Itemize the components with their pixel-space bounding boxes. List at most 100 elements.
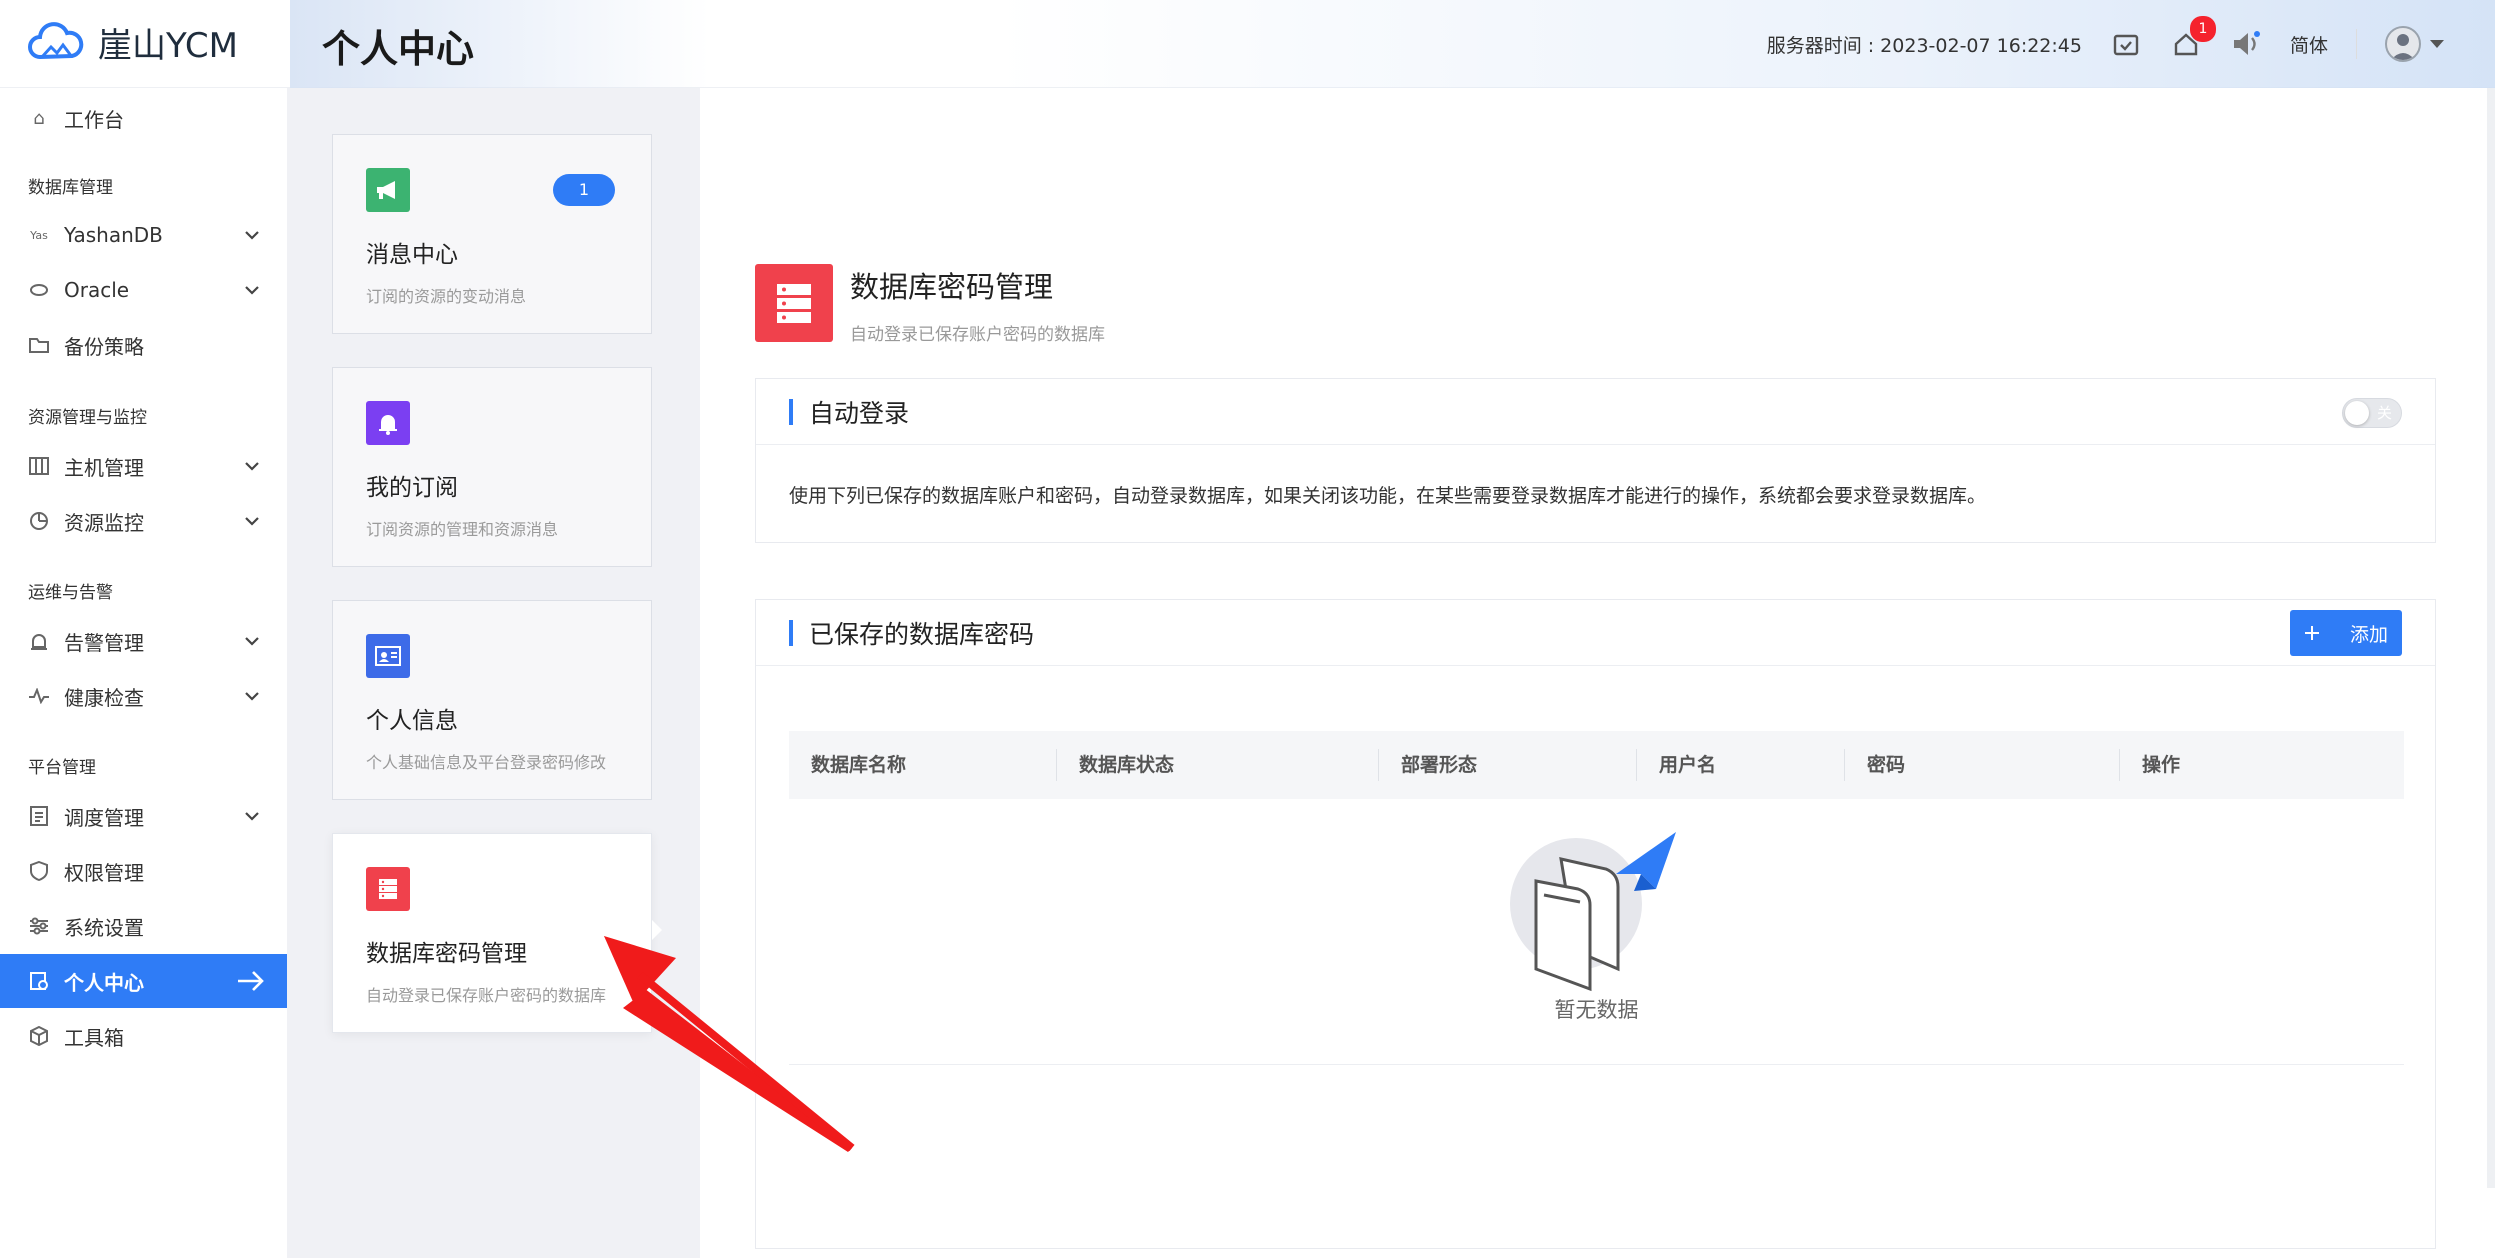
avatar xyxy=(2385,26,2421,62)
sidebar-item-yashandb[interactable]: Yas YashanDB xyxy=(0,208,287,262)
sidebar-item-host[interactable]: 主机管理 xyxy=(0,439,287,493)
sidebar-item-toolbox[interactable]: 工具箱 xyxy=(0,1009,287,1063)
card-my-subscriptions[interactable]: 我的订阅 订阅资源的管理和资源消息 xyxy=(332,367,652,567)
megaphone-icon xyxy=(366,168,410,212)
sidebar-group-database: 数据库管理 xyxy=(28,178,113,198)
toggle-knob xyxy=(2345,401,2369,425)
active-card-pointer xyxy=(652,920,662,940)
alarm-icon xyxy=(28,630,50,652)
card-desc: 订阅资源的管理和资源消息 xyxy=(366,520,559,539)
column-header[interactable]: 数据库状态 xyxy=(1079,731,1174,799)
auto-login-panel: 自动登录 关 使用下列已保存的数据库账户和密码，自动登录数据库，如果关闭该功能，… xyxy=(755,378,2436,543)
chevron-down-icon xyxy=(245,637,259,646)
sidebar-item-label: 工作台 xyxy=(64,107,124,132)
sidebar-item-label: 工具箱 xyxy=(64,1025,124,1050)
server-time: 服务器时间 : 2023-02-07 16:22:45 xyxy=(1766,34,2082,57)
cube-icon xyxy=(28,1025,50,1047)
sidebar-item-monitor[interactable]: 资源监控 xyxy=(0,494,287,548)
sidebar-item-personal-center[interactable]: 个人中心 xyxy=(0,954,287,1008)
card-title: 我的订阅 xyxy=(366,475,458,501)
panel-header: 自动登录 关 xyxy=(756,379,2435,445)
card-desc: 订阅的资源的变动消息 xyxy=(366,287,527,306)
database-icon xyxy=(755,264,833,342)
sidebar-item-permission[interactable]: 权限管理 xyxy=(0,844,287,898)
app-logo[interactable]: 崖山YCM xyxy=(26,18,238,67)
folder-icon xyxy=(28,334,50,356)
sidebar-item-settings[interactable]: 系统设置 xyxy=(0,899,287,953)
card-db-password-management[interactable]: 数据库密码管理 自动登录已保存账户密码的数据库 xyxy=(332,833,652,1033)
pulse-icon xyxy=(28,685,50,707)
auto-login-description: 使用下列已保存的数据库账户和密码，自动登录数据库，如果关闭该功能，在某些需要登录… xyxy=(789,485,1987,507)
notification-home-icon[interactable]: 1 xyxy=(2170,16,2216,60)
card-title: 数据库密码管理 xyxy=(366,941,527,967)
sidebar-item-label: Oracle xyxy=(64,278,130,302)
sidebar-item-oracle[interactable]: Oracle xyxy=(0,263,287,317)
sidebar-item-schedule[interactable]: 调度管理 xyxy=(0,789,287,843)
caret-down-icon xyxy=(2430,40,2444,48)
sidebar: ⌂ 工作台 数据库管理 Yas YashanDB Oracle 备份策略 资源管… xyxy=(0,88,287,1258)
language-switch[interactable]: 简体 xyxy=(2290,31,2328,58)
table-empty-state: 暂无数据 xyxy=(789,799,2404,1065)
sidebar-item-backup[interactable]: 备份策略 xyxy=(0,318,287,372)
add-button[interactable]: 添加 xyxy=(2290,610,2402,656)
sidebar-item-label: 调度管理 xyxy=(64,805,144,830)
sidebar-group-platform: 平台管理 xyxy=(28,758,96,778)
column-header[interactable]: 密码 xyxy=(1867,731,1905,799)
toggle-label: 关 xyxy=(2376,404,2392,422)
panel-title: 已保存的数据库密码 xyxy=(809,619,1035,649)
user-card-icon xyxy=(28,970,50,992)
card-desc: 自动登录已保存账户密码的数据库 xyxy=(366,986,607,1005)
chevron-down-icon xyxy=(245,692,259,701)
card-title: 消息中心 xyxy=(366,242,458,268)
sidebar-group-resource: 资源管理与监控 xyxy=(28,408,147,428)
user-menu[interactable] xyxy=(2385,26,2445,62)
column-divider xyxy=(2119,749,2120,781)
column-header[interactable]: 操作 xyxy=(2142,731,2180,799)
calendar-check-icon[interactable] xyxy=(2110,28,2142,60)
chevron-down-icon xyxy=(245,462,259,471)
column-header[interactable]: 数据库名称 xyxy=(811,731,906,799)
sidebar-item-health[interactable]: 健康检查 xyxy=(0,669,287,723)
column-divider xyxy=(1844,749,1845,781)
table-header: 数据库名称 数据库状态 部署形态 用户名 密码 操作 xyxy=(789,731,2404,799)
database-icon xyxy=(366,867,410,911)
id-card-icon xyxy=(366,634,410,678)
speaker-icon[interactable] xyxy=(2230,28,2262,60)
sidebar-group-ops: 运维与告警 xyxy=(28,583,113,603)
card-message-center[interactable]: 1 消息中心 订阅的资源的变动消息 xyxy=(332,134,652,334)
auto-login-toggle[interactable]: 关 xyxy=(2342,398,2402,428)
arrow-right-icon xyxy=(238,971,264,991)
document-icon xyxy=(28,805,50,827)
page-title: 个人中心 xyxy=(322,27,475,71)
sidebar-item-label: 健康检查 xyxy=(64,685,144,710)
card-personal-info[interactable]: 个人信息 个人基础信息及平台登录密码修改 xyxy=(332,600,652,800)
column-header[interactable]: 部署形态 xyxy=(1401,731,1477,799)
message-count-badge: 1 xyxy=(553,174,615,206)
card-desc: 个人基础信息及平台登录密码修改 xyxy=(366,753,607,772)
card-title: 个人信息 xyxy=(366,708,458,734)
section-header xyxy=(755,264,833,342)
column-divider xyxy=(1636,749,1637,781)
sidebar-item-workbench[interactable]: ⌂ 工作台 xyxy=(0,91,287,145)
column-header[interactable]: 用户名 xyxy=(1659,731,1716,799)
panel-title: 自动登录 xyxy=(809,398,910,428)
sidebar-item-label: YashanDB xyxy=(64,223,163,247)
add-button-label: 添加 xyxy=(2349,623,2388,646)
sidebar-item-label: 系统设置 xyxy=(64,915,144,940)
sidebar-item-label: 资源监控 xyxy=(64,510,144,535)
sidebar-item-alarm[interactable]: 告警管理 xyxy=(0,614,287,668)
yas-icon: Yas xyxy=(30,228,48,242)
header-divider xyxy=(2356,29,2357,59)
empty-documents-icon xyxy=(1510,832,1676,992)
shield-icon xyxy=(28,860,50,882)
header-toolbar: 服务器时间 : 2023-02-07 16:22:45 1 简体 xyxy=(1766,16,2445,68)
chevron-down-icon xyxy=(245,517,259,526)
server-icon xyxy=(28,455,50,477)
chevron-down-icon xyxy=(245,231,259,240)
home-icon: ⌂ xyxy=(33,107,45,129)
section-desc: 自动登录已保存账户密码的数据库 xyxy=(850,325,1105,345)
app-name: 崖山YCM xyxy=(98,26,238,66)
page-scrollbar[interactable] xyxy=(2487,88,2495,1188)
oracle-icon xyxy=(28,279,50,301)
pie-chart-icon xyxy=(28,510,50,532)
